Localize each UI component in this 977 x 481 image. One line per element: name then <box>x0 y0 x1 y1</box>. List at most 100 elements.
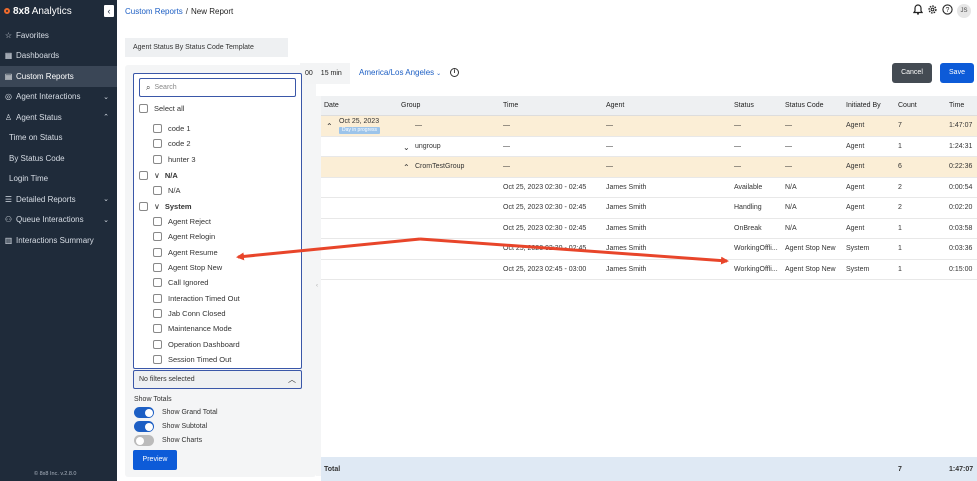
filter-option[interactable]: hunter 3 <box>153 152 196 166</box>
column-header[interactable]: Group <box>401 102 420 109</box>
table-cell-time: Oct 25, 2023 02:30 - 02:45 <box>503 245 587 252</box>
checkbox[interactable] <box>153 339 162 349</box>
table-row[interactable]: CromTestGroup — — — — Agent 6 0:22:36 ⌃ <box>321 157 977 178</box>
preview-button[interactable]: Preview <box>133 450 177 470</box>
checkbox[interactable] <box>139 201 148 211</box>
avatar[interactable]: JS <box>957 4 971 18</box>
chevron-up-icon[interactable]: ⌃ <box>403 163 410 172</box>
filter-option[interactable]: Jab Conn Closed <box>153 306 226 320</box>
checkbox[interactable] <box>153 247 162 257</box>
filter-option[interactable]: Maintenance Mode <box>153 321 232 335</box>
info-icon[interactable]: i <box>450 68 459 77</box>
sidebar-item-login-time[interactable]: Login Time <box>0 169 117 190</box>
template-tab[interactable]: Agent Status By Status Code Template <box>125 38 288 57</box>
toggle-switch[interactable] <box>134 421 154 432</box>
filter-option[interactable]: Agent Stop New <box>153 260 222 274</box>
chevron-up-icon[interactable]: ⌃ <box>326 122 333 131</box>
sidebar-item-agent-status[interactable]: ♙ Agent Status ⌃ <box>0 107 117 128</box>
sidebar-item-custom-reports[interactable]: ▤ Custom Reports <box>0 66 117 87</box>
table-row[interactable]: Oct 25, 2023 02:45 - 03:00 James Smith Wor… <box>321 260 977 280</box>
filter-group[interactable]: ∨ System <box>139 199 192 213</box>
filter-option[interactable]: Session Timed Out <box>153 352 231 366</box>
interval-selector[interactable]: 00 15 min <box>300 63 350 84</box>
cancel-button[interactable]: Cancel <box>892 63 932 83</box>
table-cell-dur: 0:03:58 <box>949 224 973 232</box>
table-row[interactable]: Oct 25, 2023 02:30 - 02:45 James Smith Ava… <box>321 178 977 198</box>
checkbox[interactable] <box>153 293 162 303</box>
filter-select[interactable]: No filters selected ︿ <box>133 370 302 389</box>
gear-icon[interactable] <box>927 4 938 18</box>
toggle-row: Show Grand Total <box>134 406 218 419</box>
sidebar-item-by-status-code[interactable]: By Status Code <box>0 148 117 169</box>
checkbox[interactable] <box>153 123 162 133</box>
table-cell-time: — <box>503 122 510 129</box>
select-all-label: Select all <box>154 103 185 113</box>
sidebar-item-dashboards[interactable]: ▦ Dashboards <box>0 46 117 67</box>
sidebar-item-favorites[interactable]: ☆ Favorites <box>0 25 117 46</box>
checkbox[interactable] <box>153 262 162 272</box>
filter-option[interactable]: Operation Dashboard <box>153 337 240 351</box>
sidebar-item-agent-interactions[interactable]: ◎ Agent Interactions ⌄ <box>0 87 117 108</box>
checkbox[interactable] <box>153 354 162 364</box>
table-cell-count: 2 <box>898 183 902 191</box>
search-input[interactable]: ⌕ Search <box>139 78 296 97</box>
table-cell-agent: — <box>606 163 613 170</box>
filter-option[interactable]: Call Ignored <box>153 275 208 289</box>
sidebar-item-interactions-summary[interactable]: ▥ Interactions Summary <box>0 230 117 251</box>
checkbox[interactable] <box>153 138 162 148</box>
brand-name: Analytics <box>31 5 72 17</box>
sidebar-item-detailed-reports[interactable]: ☰ Detailed Reports ⌄ <box>0 189 117 210</box>
filter-option[interactable]: N/A <box>153 183 181 197</box>
show-totals-label: Show Totals <box>134 396 172 403</box>
column-header[interactable]: Date <box>324 102 339 109</box>
table-row[interactable]: Oct 25, 2023 — — — — — Agent 7 1:47:07 ⌃ Day in pr… <box>321 116 977 137</box>
column-header[interactable]: Status <box>734 102 754 109</box>
save-button[interactable]: Save <box>940 63 974 83</box>
chevron-down-icon[interactable]: ∨ <box>154 202 160 211</box>
checkbox[interactable] <box>153 216 162 226</box>
column-header[interactable]: Initiated By <box>846 102 881 109</box>
table-cell-code: Agent Stop New <box>785 265 836 273</box>
select-all-option[interactable]: Select all <box>139 101 184 115</box>
table-cell-code: — <box>785 142 792 150</box>
help-icon[interactable]: ? <box>942 4 953 18</box>
chevron-down-icon[interactable]: ∨ <box>154 171 160 180</box>
timezone-select[interactable]: America/Los Angeles ⌄ <box>359 68 441 77</box>
checkbox[interactable] <box>139 170 148 180</box>
toggle-switch[interactable] <box>134 407 154 418</box>
column-header[interactable]: Count <box>898 102 917 109</box>
filter-option[interactable]: code 1 <box>153 121 191 135</box>
filter-option[interactable]: Agent Relogin <box>153 229 215 243</box>
filter-option[interactable]: code 2 <box>153 136 191 150</box>
column-header[interactable]: Agent <box>606 102 624 109</box>
chevron-down-icon[interactable]: ⌄ <box>403 143 410 152</box>
sidebar-item-time-on-status[interactable]: Time on Status <box>0 128 117 149</box>
table-cell-count: 2 <box>898 204 902 211</box>
table-icon: ▥ <box>4 235 13 245</box>
search-placeholder: Search <box>154 84 177 91</box>
column-header[interactable]: Time <box>949 102 964 109</box>
checkbox[interactable] <box>153 277 162 287</box>
table-row[interactable]: ungroup — — — — Agent 1 1:24:31 ⌄ <box>321 137 977 157</box>
bell-icon[interactable] <box>912 4 924 18</box>
filter-option[interactable]: Agent Resume <box>153 245 218 259</box>
filter-option[interactable]: Agent Reject <box>153 214 211 228</box>
checkbox[interactable] <box>153 323 162 333</box>
collapse-sidebar-icon[interactable]: ‹ <box>104 5 114 17</box>
filter-option[interactable]: Interaction Timed Out <box>153 291 240 305</box>
breadcrumb-link[interactable]: Custom Reports <box>125 7 183 16</box>
headset-icon: ◎ <box>5 92 12 102</box>
table-row[interactable]: Oct 25, 2023 02:30 - 02:45 James Smith OnB… <box>321 219 977 239</box>
checkbox[interactable] <box>153 185 162 195</box>
table-row[interactable]: Oct 25, 2023 02:30 - 02:45 James Smith Han… <box>321 198 977 219</box>
sidebar-item-queue-interactions[interactable]: ⚇ Queue Interactions ⌄ <box>0 210 117 231</box>
toggle-switch[interactable] <box>134 435 154 446</box>
checkbox[interactable] <box>153 154 162 164</box>
column-header[interactable]: Time <box>503 102 518 109</box>
checkbox[interactable] <box>153 308 162 318</box>
checkbox[interactable] <box>139 103 148 113</box>
checkbox[interactable] <box>153 231 162 241</box>
table-row[interactable]: Oct 25, 2023 02:30 - 02:45 James Smith Wor… <box>321 239 977 260</box>
column-header[interactable]: Status Code <box>785 102 824 109</box>
filter-group[interactable]: ∨ N/A <box>139 168 178 182</box>
